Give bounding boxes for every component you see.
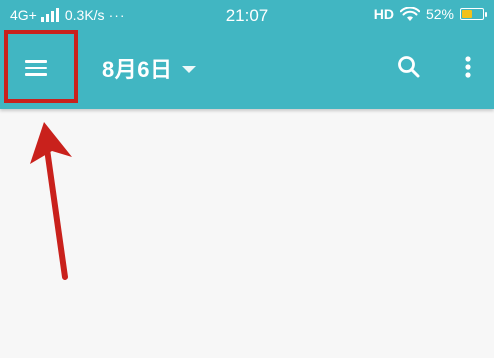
date-selector[interactable]: 8月6日 — [102, 52, 197, 84]
app-bar: 4G+ 0.3K/s ··· 21:07 HD 52% 8月6日 — [0, 0, 494, 109]
more-vertical-icon[interactable] — [455, 52, 481, 82]
wifi-icon — [399, 6, 420, 21]
red-arrow-annotation — [30, 122, 72, 280]
battery-percent: 52% — [425, 6, 454, 22]
search-icon[interactable] — [394, 52, 424, 82]
battery-fill — [462, 10, 472, 18]
status-bar: 4G+ 0.3K/s ··· 21:07 HD 52% — [0, 0, 494, 32]
battery-icon — [460, 8, 487, 20]
status-right: HD 52% — [373, 6, 487, 22]
caret-down-icon — [182, 65, 197, 73]
page-title: 8月6日 — [102, 57, 173, 82]
content-area — [0, 109, 494, 358]
highlight-box — [4, 30, 78, 103]
hd-indicator: HD — [373, 6, 394, 22]
toolbar: 8月6日 — [0, 30, 494, 109]
